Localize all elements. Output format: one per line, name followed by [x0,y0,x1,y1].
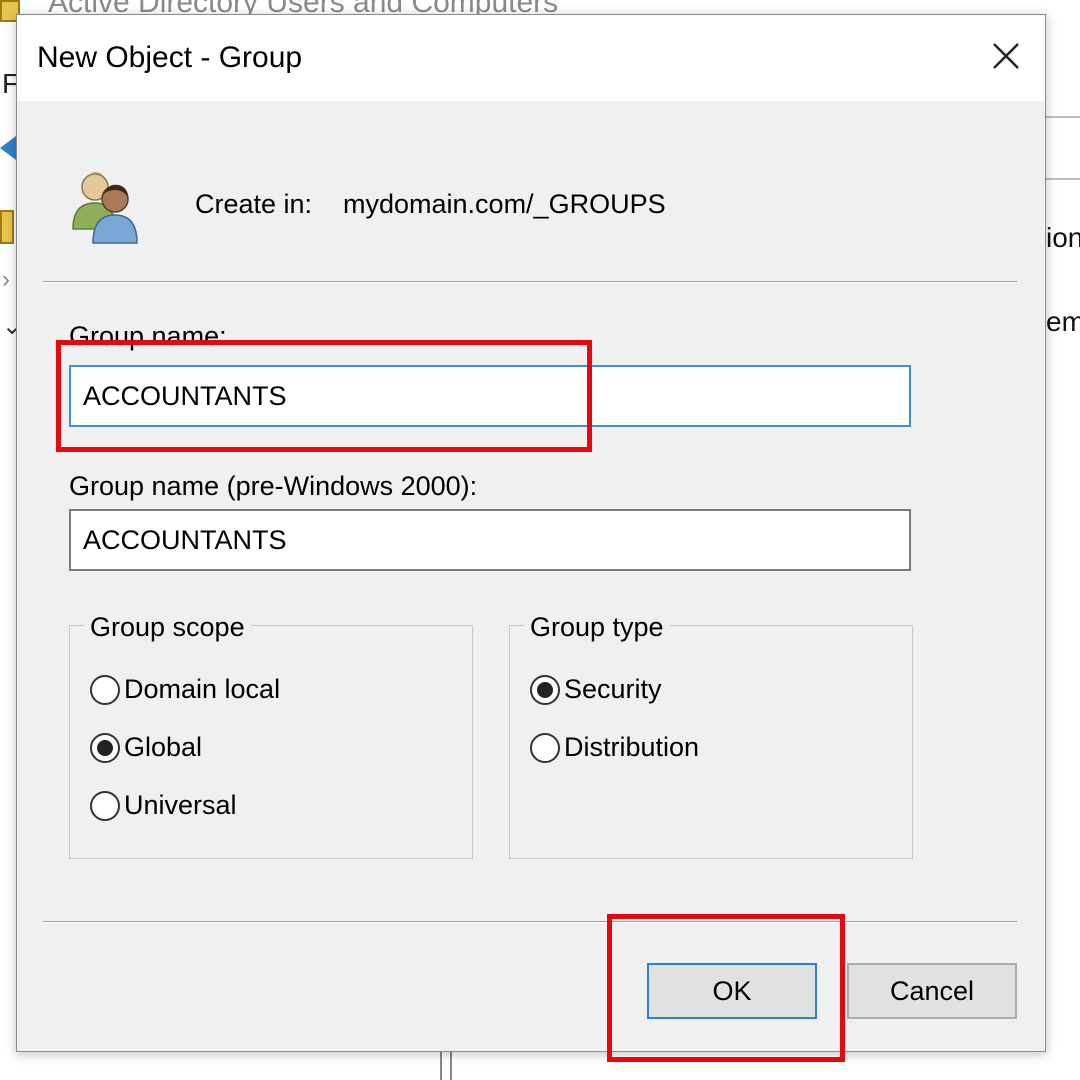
background-column-text: ems [1046,306,1080,337]
radio-security[interactable]: Security [530,674,662,705]
radio-dot [537,681,553,698]
create-in-label: Create in: [195,189,313,219]
separator [43,281,1017,283]
radio-distribution[interactable]: Distribution [530,732,699,763]
group-type-box: Group type Security Distribution [509,612,913,859]
radio-universal[interactable]: Universal [90,790,237,821]
background-column-text: ion [1046,222,1080,253]
back-arrow-icon[interactable] [0,136,16,160]
radio-button-icon[interactable] [90,790,120,821]
radio-label: Security [564,674,662,704]
radio-label: Universal [124,790,237,820]
pre-windows-2000-name-label: Group name (pre-Windows 2000): [69,471,478,501]
radio-global[interactable]: Global [90,732,202,763]
radio-label: Distribution [564,732,700,762]
tree-collapsed-icon[interactable]: › [2,266,10,294]
background-divider [1046,116,1080,118]
radio-label: Global [124,732,203,762]
group-scope-legend: Group scope [84,612,251,643]
group-scope-box: Group scope Domain local Global Universa… [69,612,473,859]
close-button[interactable] [975,25,1037,87]
radio-button-icon[interactable] [530,732,560,763]
tree-folder-icon [0,210,14,244]
dialog-title: New Object - Group [37,41,303,74]
radio-button-selected-icon[interactable] [90,732,120,763]
background-splitter[interactable] [440,1050,452,1080]
separator [43,921,1017,923]
create-in-path: mydomain.com/_GROUPS [343,189,666,219]
radio-button-icon[interactable] [90,674,120,705]
radio-dot [97,739,113,756]
radio-label: Domain local [124,674,281,704]
group-name-highlight [56,340,592,452]
group-icon [72,172,138,244]
radio-button-selected-icon[interactable] [530,674,560,705]
close-icon [993,43,1019,69]
group-type-legend: Group type [524,612,670,643]
pre-windows-2000-name-input[interactable] [69,509,911,571]
new-object-group-dialog: New Object - Group Create in: mydomain.c… [16,14,1046,1052]
background-divider [1046,178,1080,180]
ok-button-highlight [607,914,845,1062]
radio-domain-local[interactable]: Domain local [90,674,280,705]
dialog-titlebar[interactable]: New Object - Group [17,15,1045,101]
cancel-button[interactable]: Cancel [847,963,1017,1019]
